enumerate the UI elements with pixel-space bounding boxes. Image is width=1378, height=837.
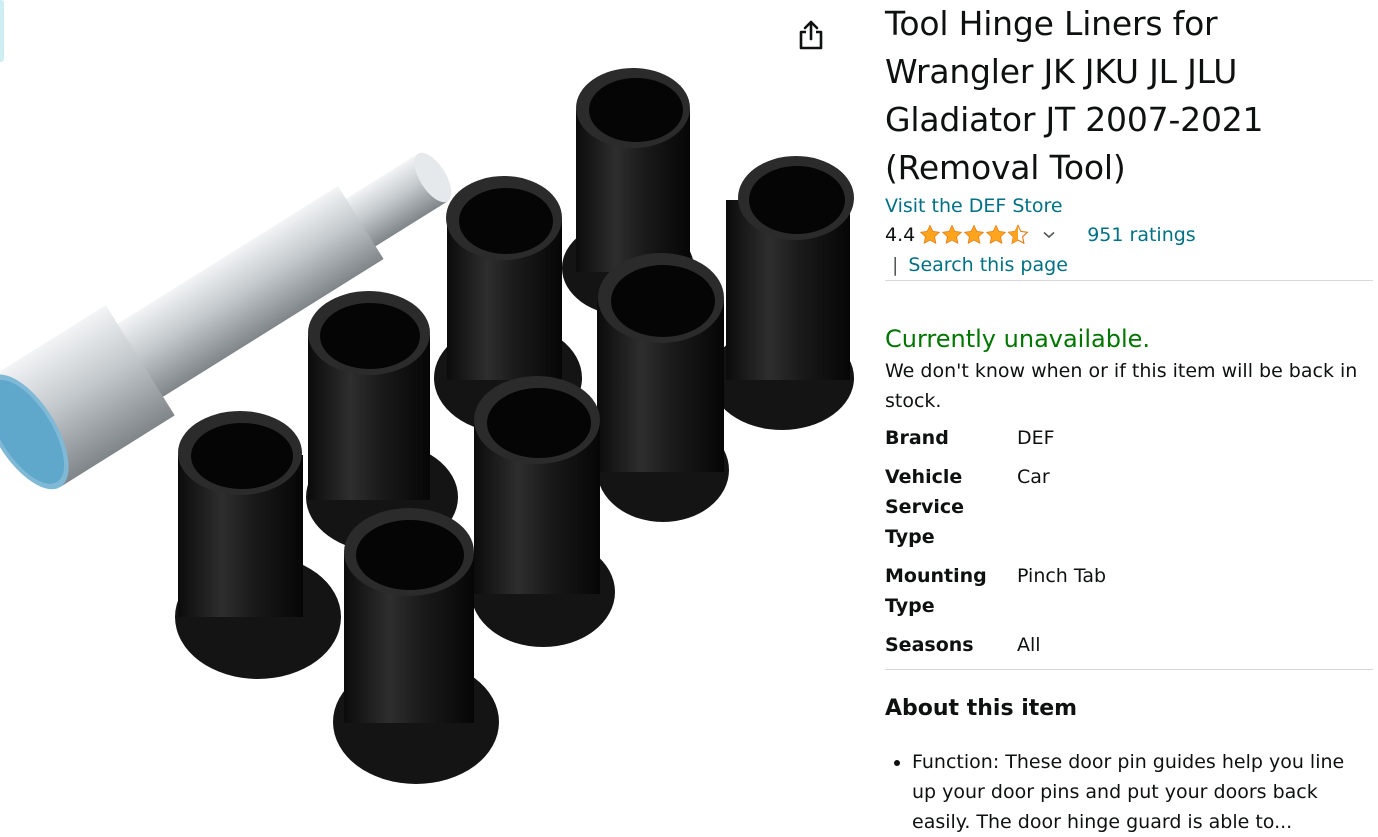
hinge-liner <box>597 253 729 522</box>
star-rating[interactable] <box>919 224 1029 246</box>
star-icon <box>964 224 985 244</box>
product-title: Tool Hinge Liners for Wrangler JK JKU JL… <box>885 4 1264 187</box>
availability-note: We don't know when or if this item will … <box>885 360 1358 412</box>
chevron-down-icon <box>1043 231 1055 239</box>
search-this-page-link[interactable]: Search this page <box>908 254 1067 276</box>
spec-row: Vehicle Service Type Car <box>885 462 1373 552</box>
spec-value: Pinch Tab <box>1017 565 1107 587</box>
share-icon <box>799 20 823 50</box>
star-icon <box>942 224 963 244</box>
star-half-icon <box>1007 224 1029 245</box>
store-link[interactable]: Visit the DEF Store <box>885 194 1373 219</box>
hinge-liner <box>710 156 854 430</box>
rating-value: 4.4 <box>885 224 916 246</box>
availability-status: Currently unavailable. <box>885 325 1151 353</box>
specs-table: Brand DEF Vehicle Service Type Car Mount… <box>885 423 1373 660</box>
spec-row: Brand DEF <box>885 423 1373 453</box>
product-details-panel: Tool Hinge Liners for Wrangler JK JKU JL… <box>885 0 1373 837</box>
star-icon <box>986 224 1007 244</box>
spec-row: Seasons All <box>885 630 1373 660</box>
search-row: | Search this page <box>885 251 1373 279</box>
spec-label: Seasons <box>885 634 974 656</box>
spec-label: Mounting Type <box>885 565 987 617</box>
rating-popover-toggle[interactable] <box>1043 231 1055 239</box>
separator: | <box>892 254 899 276</box>
spec-value: Car <box>1017 466 1050 488</box>
about-heading: About this item <box>885 696 1078 721</box>
divider <box>885 280 1373 281</box>
spec-value: DEF <box>1017 427 1055 449</box>
ratings-count-link[interactable]: 951 ratings <box>1087 224 1196 246</box>
product-image[interactable] <box>0 0 870 815</box>
star-icon <box>920 224 941 244</box>
product-photo <box>0 68 854 784</box>
rating-row: 4.4 951 ratings <box>885 219 1373 251</box>
spec-label: Vehicle Service Type <box>885 466 964 548</box>
hinge-liner <box>471 376 615 647</box>
spec-row: Mounting Type Pinch Tab <box>885 561 1373 621</box>
about-bullets: Function: These door pin guides help you… <box>885 747 1373 837</box>
divider <box>885 669 1373 670</box>
about-bullet: Function: These door pin guides help you… <box>912 747 1373 837</box>
spec-value: All <box>1017 634 1041 656</box>
share-button[interactable] <box>798 20 836 58</box>
spec-label: Brand <box>885 427 949 449</box>
